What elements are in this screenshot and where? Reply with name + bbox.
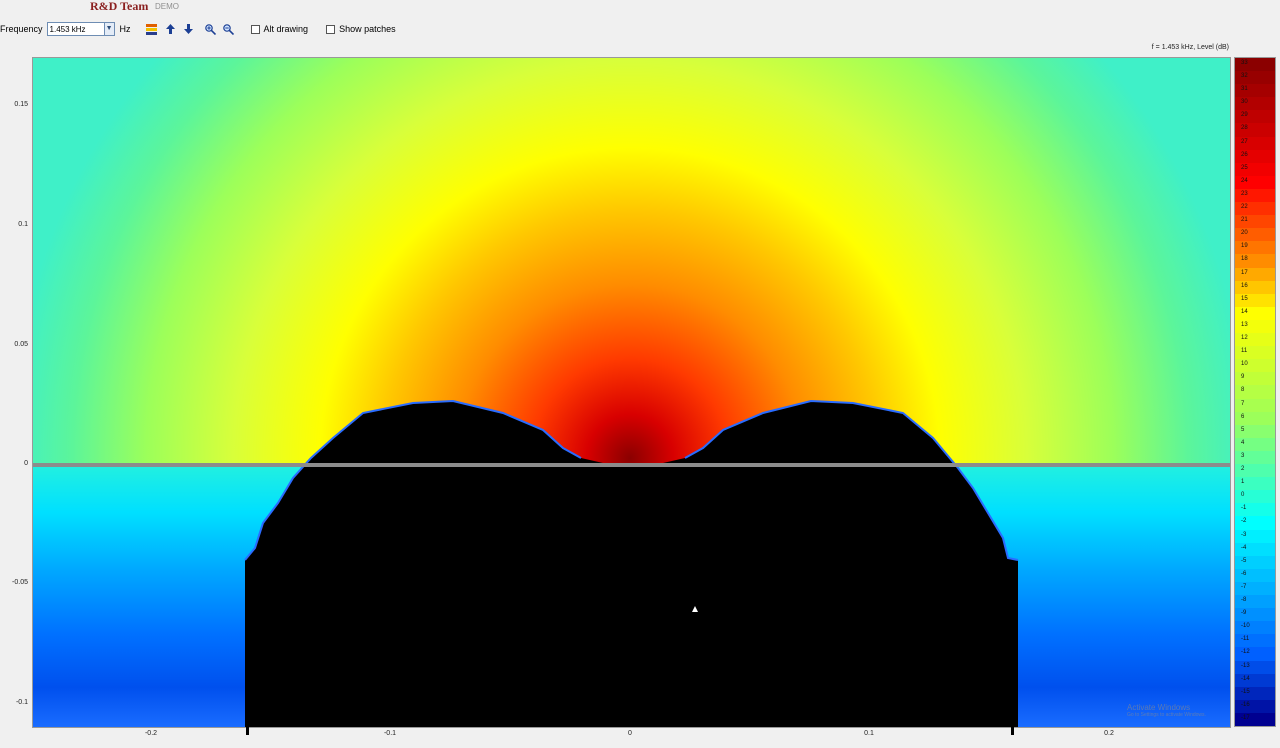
mouse-cursor-icon — [692, 606, 698, 612]
x-tick-label: 0 — [628, 730, 632, 737]
y-tick-label: 0 — [24, 460, 28, 467]
zoom-out-icon[interactable] — [222, 23, 235, 36]
colorbar-tick-label: 22 — [1241, 204, 1248, 211]
toolbar: Frequency 1.453 kHz ▼ Hz Alt drawing Sho… — [0, 21, 396, 37]
y-tick-label: -0.1 — [15, 699, 28, 706]
colorbar-tick-label: 2 — [1241, 466, 1245, 473]
arrow-down-icon[interactable] — [182, 23, 195, 36]
colorbar-tick-label: -1 — [1241, 505, 1247, 512]
colorbar-tick-label: 21 — [1241, 217, 1248, 224]
colorbar-tick-label: 29 — [1241, 112, 1248, 119]
colorbar-tick-label: 8 — [1241, 387, 1245, 394]
zoom-in-icon[interactable] — [204, 23, 217, 36]
colorbar-tick-label: 15 — [1241, 295, 1248, 302]
x-tick-label: -0.1 — [383, 730, 397, 737]
x-tick-label: -0.2 — [144, 730, 158, 737]
x-tick-label: 0.1 — [864, 730, 874, 737]
alt-drawing-checkbox[interactable]: Alt drawing — [250, 24, 309, 34]
alt-drawing-label: Alt drawing — [263, 24, 309, 34]
colorbar-tick-label: 32 — [1241, 73, 1248, 80]
arrow-up-icon[interactable] — [164, 23, 177, 36]
colorbar-tick-label: -8 — [1241, 597, 1247, 604]
show-patches-checkbox[interactable]: Show patches — [326, 24, 396, 34]
windows-watermark: Activate Windows Go to Settings to activ… — [1127, 703, 1206, 718]
y-tick-label: -0.05 — [12, 579, 28, 586]
colorbar-tick-label: -3 — [1241, 531, 1247, 538]
colorbar-tick-label: -12 — [1241, 649, 1250, 656]
colorbar-tick-label: -14 — [1241, 675, 1250, 682]
colorbar-tick-label: 27 — [1241, 138, 1248, 145]
colorbar-tick-label: 13 — [1241, 321, 1248, 328]
colorbar-tick-label: -9 — [1241, 610, 1247, 617]
plot-title: f = 1.453 kHz, Level (dB) — [1151, 44, 1229, 51]
colorbar-tick-label: 20 — [1241, 230, 1248, 237]
colorbar: 33 32 31 30 29 28 27 26 25 24 23 22 21 20 19 18 17 16 15 14… — [1234, 57, 1276, 727]
colorbar-tick-label: -5 — [1241, 557, 1247, 564]
colorbar-tick-label: -16 — [1241, 701, 1250, 708]
colorbar-tick-label: -17 — [1241, 714, 1250, 721]
colorbar-tick-label: -6 — [1241, 570, 1247, 577]
frequency-unit: Hz — [119, 24, 131, 34]
boundary-marker — [1011, 727, 1014, 735]
y-tick-label: 0.05 — [14, 341, 28, 348]
colorbar-tick-label: 0 — [1241, 492, 1245, 499]
sound-field-plot[interactable] — [32, 57, 1231, 728]
x-tick-label: 0.2 — [1104, 730, 1114, 737]
colorbar-tick-label: 33 — [1241, 60, 1248, 66]
checkbox-box[interactable] — [250, 24, 260, 34]
frequency-label: Frequency — [0, 24, 43, 34]
y-tick-label: 0.15 — [14, 101, 28, 108]
watermark-subline: Go to Settings to activate Windows. — [1127, 712, 1206, 718]
colorbar-tick-label: -11 — [1241, 636, 1250, 643]
colorbar-tick-label: 1 — [1241, 479, 1245, 486]
colorbar-tick-label: 19 — [1241, 243, 1248, 250]
colorbar-tick-label: 18 — [1241, 256, 1248, 263]
boundary-marker — [246, 727, 249, 735]
app-logo: R&D Team — [90, 0, 149, 13]
colorbar-tick-label: 9 — [1241, 374, 1245, 381]
spectrum-icon[interactable] — [145, 23, 158, 36]
colorbar-tick-label: 28 — [1241, 125, 1248, 132]
demo-label: DEMO — [155, 2, 179, 11]
show-patches-label: Show patches — [339, 24, 396, 34]
frequency-combobox[interactable]: 1.453 kHz ▼ — [46, 22, 115, 36]
colorbar-tick-label: -13 — [1241, 662, 1250, 669]
colorbar-tick-label: 31 — [1241, 86, 1248, 93]
colorbar-tick-label: -15 — [1241, 688, 1250, 695]
y-tick-label: 0.1 — [18, 221, 28, 228]
colorbar-tick-label: -7 — [1241, 583, 1247, 590]
colorbar-tick-label: 3 — [1241, 452, 1245, 459]
colorbar-tick-label: 6 — [1241, 413, 1245, 420]
colorbar-tick-label: 11 — [1241, 348, 1248, 355]
colorbar-tick-label: 4 — [1241, 439, 1245, 446]
chevron-down-icon[interactable]: ▼ — [103, 23, 114, 35]
colorbar-tick-label: 23 — [1241, 190, 1248, 197]
colorbar-tick-label: 24 — [1241, 177, 1248, 184]
colorbar-tick-label: -2 — [1241, 518, 1247, 525]
colorbar-tick-label: -10 — [1241, 623, 1250, 630]
watermark-line: Activate Windows — [1127, 703, 1191, 712]
colorbar-tick-label: 5 — [1241, 426, 1245, 433]
checkbox-box[interactable] — [326, 24, 336, 34]
colorbar-tick-label: 30 — [1241, 99, 1248, 106]
colorbar-tick-label: 16 — [1241, 282, 1248, 289]
colorbar-tick-label: 14 — [1241, 308, 1248, 315]
colorbar-tick-label: 7 — [1241, 400, 1245, 407]
colorbar-tick-label: -4 — [1241, 544, 1247, 551]
colorbar-tick-label: 10 — [1241, 361, 1248, 368]
frequency-value: 1.453 kHz — [49, 24, 86, 34]
colorbar-tick-label: 12 — [1241, 335, 1248, 342]
colorbar-tick-label: 25 — [1241, 164, 1248, 171]
colorbar-tick-label: 17 — [1241, 269, 1248, 276]
colorbar-tick-label: 26 — [1241, 151, 1248, 158]
